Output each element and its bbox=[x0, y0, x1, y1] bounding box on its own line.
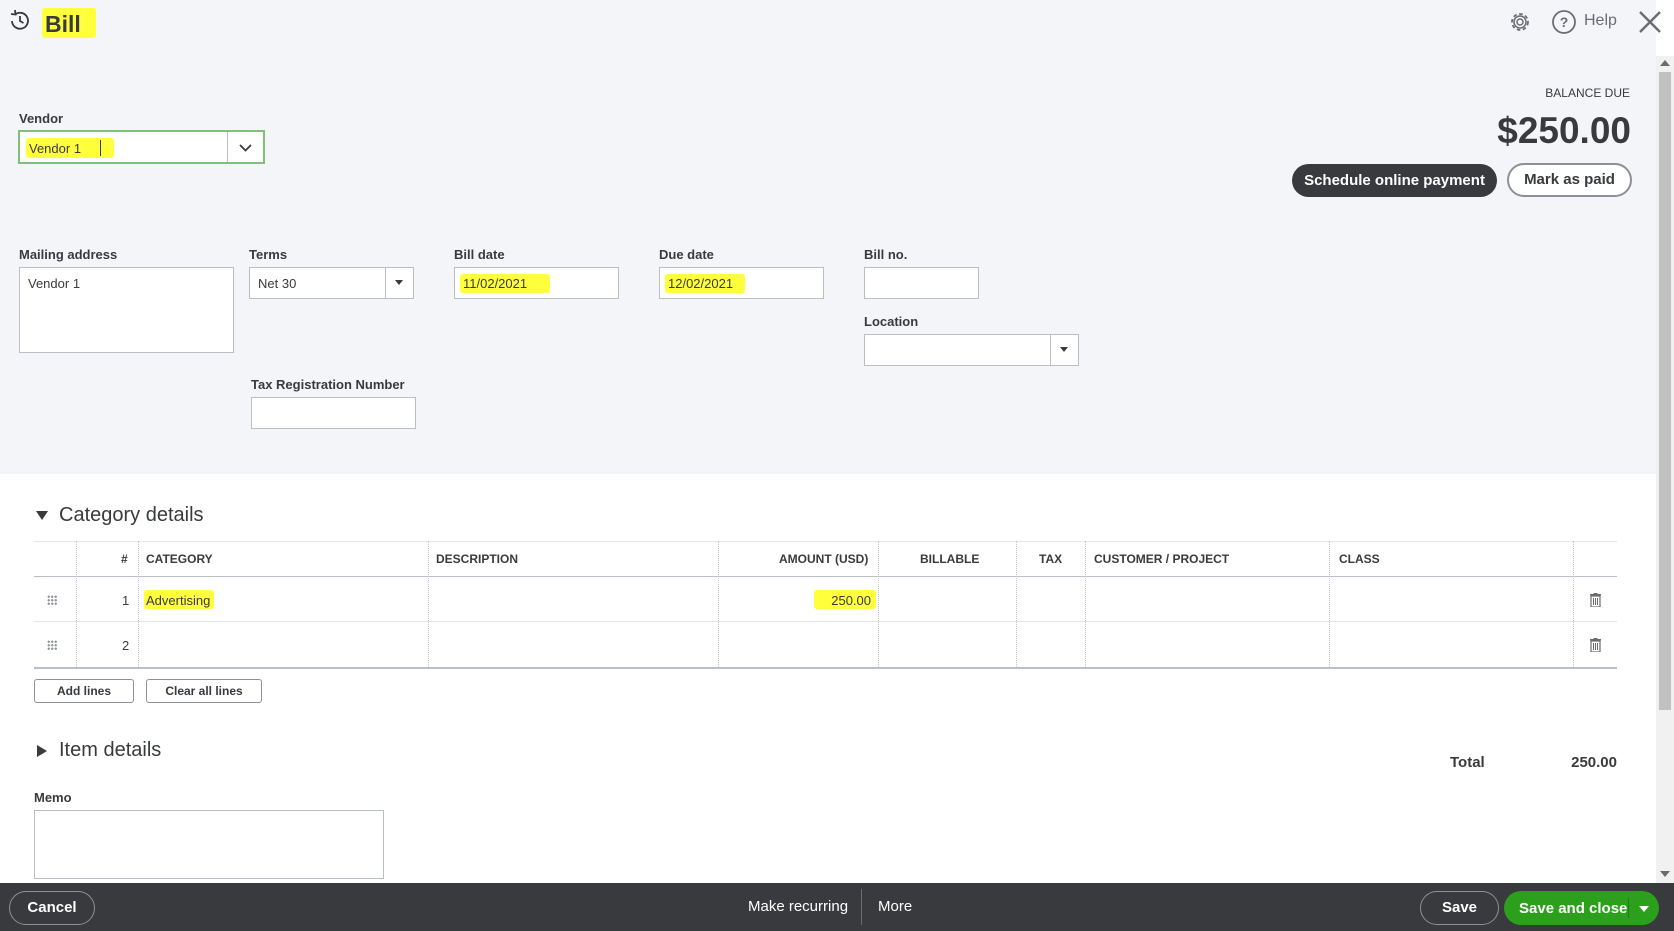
terms-dropdown-button[interactable] bbox=[385, 268, 413, 298]
mailing-address-label: Mailing address bbox=[19, 247, 118, 262]
memo-input[interactable] bbox=[34, 810, 384, 879]
save-button[interactable]: Save bbox=[1420, 891, 1499, 925]
drag-handle-icon[interactable] bbox=[47, 640, 57, 650]
cancel-button[interactable]: Cancel bbox=[9, 891, 95, 925]
gear-icon[interactable] bbox=[1507, 9, 1533, 35]
make-recurring-button[interactable]: Make recurring bbox=[748, 898, 848, 915]
triangle-down-icon bbox=[36, 511, 48, 520]
terms-label: Terms bbox=[249, 247, 288, 262]
bill-header-panel bbox=[0, 0, 1656, 474]
caret-down-icon bbox=[1060, 347, 1068, 352]
scroll-up-arrow[interactable] bbox=[1660, 60, 1670, 66]
total-label: Total bbox=[1450, 754, 1485, 771]
category-details-title[interactable]: Category details bbox=[59, 504, 204, 527]
column-header-billable: BILLABLE bbox=[920, 552, 980, 566]
page-title: Bill bbox=[42, 8, 96, 38]
svg-text:?: ? bbox=[1560, 14, 1569, 30]
column-header-category: CATEGORY bbox=[146, 552, 213, 566]
table-row[interactable] bbox=[34, 622, 1617, 666]
tax-registration-input[interactable] bbox=[251, 397, 416, 429]
vendor-combobox[interactable]: Vendor 1 bbox=[18, 130, 265, 164]
text-cursor bbox=[100, 140, 101, 156]
vendor-dropdown-button[interactable] bbox=[227, 132, 263, 162]
close-icon[interactable] bbox=[1637, 9, 1663, 35]
row-category[interactable]: Advertising bbox=[146, 593, 210, 608]
location-select[interactable] bbox=[864, 334, 1079, 366]
bill-no-input[interactable] bbox=[864, 267, 979, 299]
help-icon[interactable]: ? bbox=[1551, 9, 1577, 35]
save-options-caret-icon[interactable] bbox=[1639, 906, 1649, 912]
category-details-toggle[interactable] bbox=[35, 508, 49, 522]
footer-divider bbox=[861, 889, 862, 925]
bill-date-input[interactable]: 11/02/2021 bbox=[454, 267, 619, 299]
row-amount[interactable]: 250.00 bbox=[831, 593, 871, 608]
column-header-customer-project: CUSTOMER / PROJECT bbox=[1094, 552, 1230, 566]
table-bottom-border bbox=[34, 667, 1617, 669]
bill-date-label: Bill date bbox=[454, 247, 505, 262]
save-options-divider bbox=[1628, 898, 1629, 918]
location-label: Location bbox=[864, 314, 919, 329]
balance-due-amount: $250.00 bbox=[1497, 110, 1631, 151]
caret-down-icon bbox=[395, 280, 403, 285]
vendor-label: Vendor bbox=[19, 111, 64, 126]
scrollbar-thumb[interactable] bbox=[1659, 72, 1671, 710]
due-date-input[interactable]: 12/02/2021 bbox=[659, 267, 824, 299]
triangle-right-icon bbox=[37, 745, 47, 757]
trash-icon[interactable] bbox=[1590, 593, 1601, 608]
scroll-down-arrow[interactable] bbox=[1660, 871, 1670, 877]
tax-registration-label: Tax Registration Number bbox=[251, 377, 405, 392]
column-header-class: CLASS bbox=[1339, 552, 1380, 566]
column-header-description: DESCRIPTION bbox=[436, 552, 519, 566]
item-details-title[interactable]: Item details bbox=[59, 739, 161, 762]
terms-select[interactable]: Net 30 bbox=[249, 267, 414, 299]
mailing-address-input[interactable]: Vendor 1 bbox=[19, 267, 234, 353]
schedule-online-payment-button[interactable]: Schedule online payment bbox=[1292, 164, 1497, 197]
table-header-border bbox=[34, 541, 1617, 542]
total-value: 250.00 bbox=[1571, 754, 1617, 771]
chevron-down-icon bbox=[239, 144, 252, 152]
bill-no-label: Bill no. bbox=[864, 247, 908, 262]
item-details-toggle[interactable] bbox=[35, 744, 49, 758]
trash-icon[interactable] bbox=[1590, 638, 1601, 653]
more-button[interactable]: More bbox=[878, 898, 912, 915]
balance-due-label: BALANCE DUE bbox=[1545, 86, 1630, 100]
column-header-tax: TAX bbox=[1039, 552, 1063, 566]
recent-transactions-icon[interactable] bbox=[7, 8, 33, 34]
memo-label: Memo bbox=[34, 790, 72, 805]
row-number: 2 bbox=[122, 638, 130, 653]
due-date-label: Due date bbox=[659, 247, 714, 262]
help-link[interactable]: Help bbox=[1584, 12, 1617, 30]
column-header-number: # bbox=[121, 552, 128, 566]
add-lines-button[interactable]: Add lines bbox=[34, 679, 134, 703]
location-dropdown-button[interactable] bbox=[1050, 335, 1078, 365]
clear-all-lines-button[interactable]: Clear all lines bbox=[146, 679, 262, 703]
column-header-amount: AMOUNT (USD) bbox=[779, 552, 869, 566]
row-number: 1 bbox=[122, 593, 130, 608]
save-and-close-button[interactable]: Save and close bbox=[1504, 891, 1659, 925]
mark-as-paid-button[interactable]: Mark as paid bbox=[1507, 163, 1632, 197]
drag-handle-icon[interactable] bbox=[47, 595, 57, 605]
footer-bar: Cancel Make recurring More Save Save and… bbox=[0, 883, 1674, 931]
